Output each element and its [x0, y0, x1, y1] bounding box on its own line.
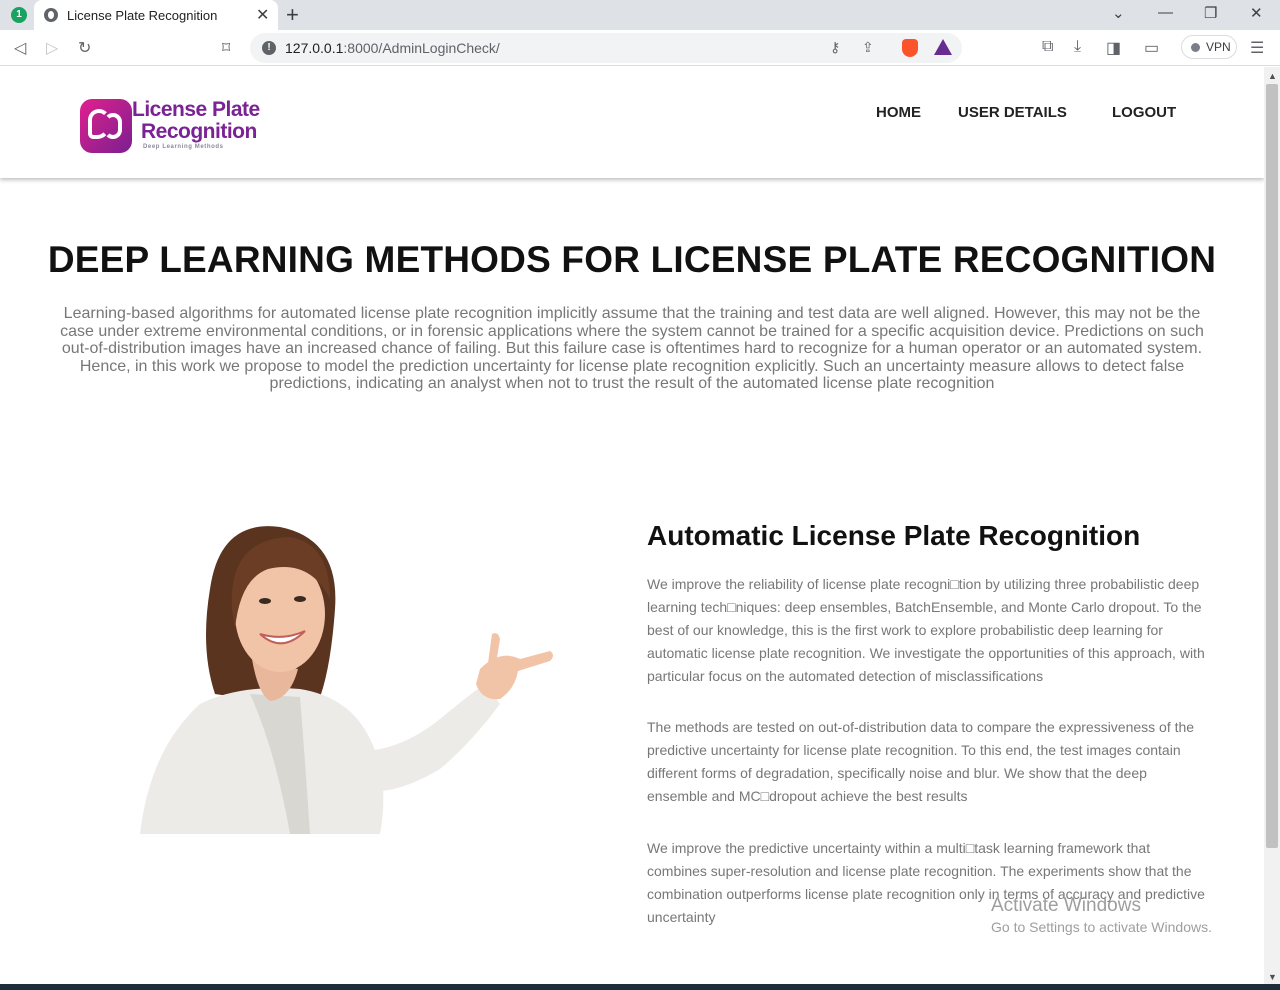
article-paragraph-2: The methods are tested on out-of-distrib… [647, 719, 1195, 804]
hero-description: Learning-based algorithms for automated … [60, 305, 1204, 393]
brave-rewards-icon[interactable] [934, 39, 952, 55]
hero-title: DEEP LEARNING METHODS FOR LICENSE PLATE … [47, 239, 1217, 280]
close-window-icon[interactable]: ✕ [1250, 4, 1263, 22]
logo-hand-shape-2 [104, 113, 122, 139]
site-header: License Plate Recognition Deep Learning … [0, 67, 1264, 178]
watermark-subtitle: Go to Settings to activate Windows. [991, 919, 1212, 935]
scroll-up-icon[interactable]: ▲ [1268, 71, 1277, 81]
download-icon[interactable]: ⤓ [1074, 38, 1081, 56]
nav-user-details[interactable]: USER DETAILS [958, 104, 1067, 121]
page-scrollbar[interactable]: ▲ ▼ [1264, 67, 1280, 984]
woman-pointing-image [140, 526, 553, 834]
brave-shields-icon[interactable] [902, 39, 918, 57]
restore-icon[interactable]: ❐ [1204, 4, 1217, 22]
reload-icon[interactable]: ↻ [78, 38, 91, 58]
globe-icon [44, 8, 58, 22]
wallet-icon[interactable]: ▭ [1144, 38, 1159, 58]
new-tab-icon[interactable]: + [286, 2, 299, 28]
logo-tagline: Deep Learning Methods [143, 144, 224, 150]
nav-logout[interactable]: LOGOUT [1112, 104, 1176, 121]
scroll-down-icon[interactable]: ▼ [1268, 972, 1277, 982]
nav-home[interactable]: HOME [876, 104, 921, 121]
profile-badge[interactable]: 1 [11, 7, 27, 23]
article-title: Automatic License Plate Recognition [647, 520, 1141, 551]
tab-search-icon[interactable]: ⌄ [1112, 4, 1125, 22]
sidebar-icon[interactable]: ◨ [1106, 38, 1121, 58]
scrollbar-thumb[interactable] [1266, 84, 1278, 848]
browser-toolbar: ◁ ▷ ↻ ⌑ ! 127.0.0.1:8000/AdminLoginCheck… [0, 30, 1280, 66]
logo-icon[interactable] [80, 99, 132, 153]
os-taskbar [0, 984, 1280, 990]
forward-icon[interactable]: ▷ [46, 38, 58, 58]
watermark-title: Activate Windows [991, 895, 1141, 916]
minimize-icon[interactable]: — [1158, 4, 1173, 21]
address-bar[interactable]: ! 127.0.0.1:8000/AdminLoginCheck/ ⚷ ⇪ [250, 33, 962, 63]
bookmark-icon[interactable]: ⌑ [222, 38, 230, 58]
extensions-icon[interactable]: ⧉ [1042, 38, 1053, 56]
menu-icon[interactable]: ☰ [1250, 38, 1264, 58]
browser-tab[interactable]: License Plate Recognition ✕ [34, 0, 278, 30]
logo-text-line1[interactable]: License Plate [132, 98, 260, 122]
back-icon[interactable]: ◁ [14, 38, 26, 58]
windows-activation-watermark: Activate Windows Go to Settings to activ… [991, 895, 1212, 935]
url-text[interactable]: 127.0.0.1:8000/AdminLoginCheck/ [285, 40, 500, 56]
close-tab-icon[interactable]: ✕ [256, 5, 269, 25]
key-icon[interactable]: ⚷ [830, 39, 840, 56]
logo-text-line2[interactable]: Recognition [141, 120, 257, 144]
tab-title: License Plate Recognition [67, 8, 218, 23]
browser-tab-bar: 1 License Plate Recognition ✕ + ⌄ — ❐ ✕ [0, 0, 1280, 30]
vpn-button[interactable]: VPN [1181, 35, 1237, 59]
vpn-status-icon [1191, 43, 1200, 52]
article-paragraph-1: We improve the reliability of license pl… [647, 576, 1205, 684]
share-icon[interactable]: ⇪ [862, 39, 874, 56]
site-info-icon[interactable]: ! [262, 41, 276, 55]
vpn-label: VPN [1206, 40, 1231, 54]
page-viewport: License Plate Recognition Deep Learning … [0, 67, 1264, 984]
